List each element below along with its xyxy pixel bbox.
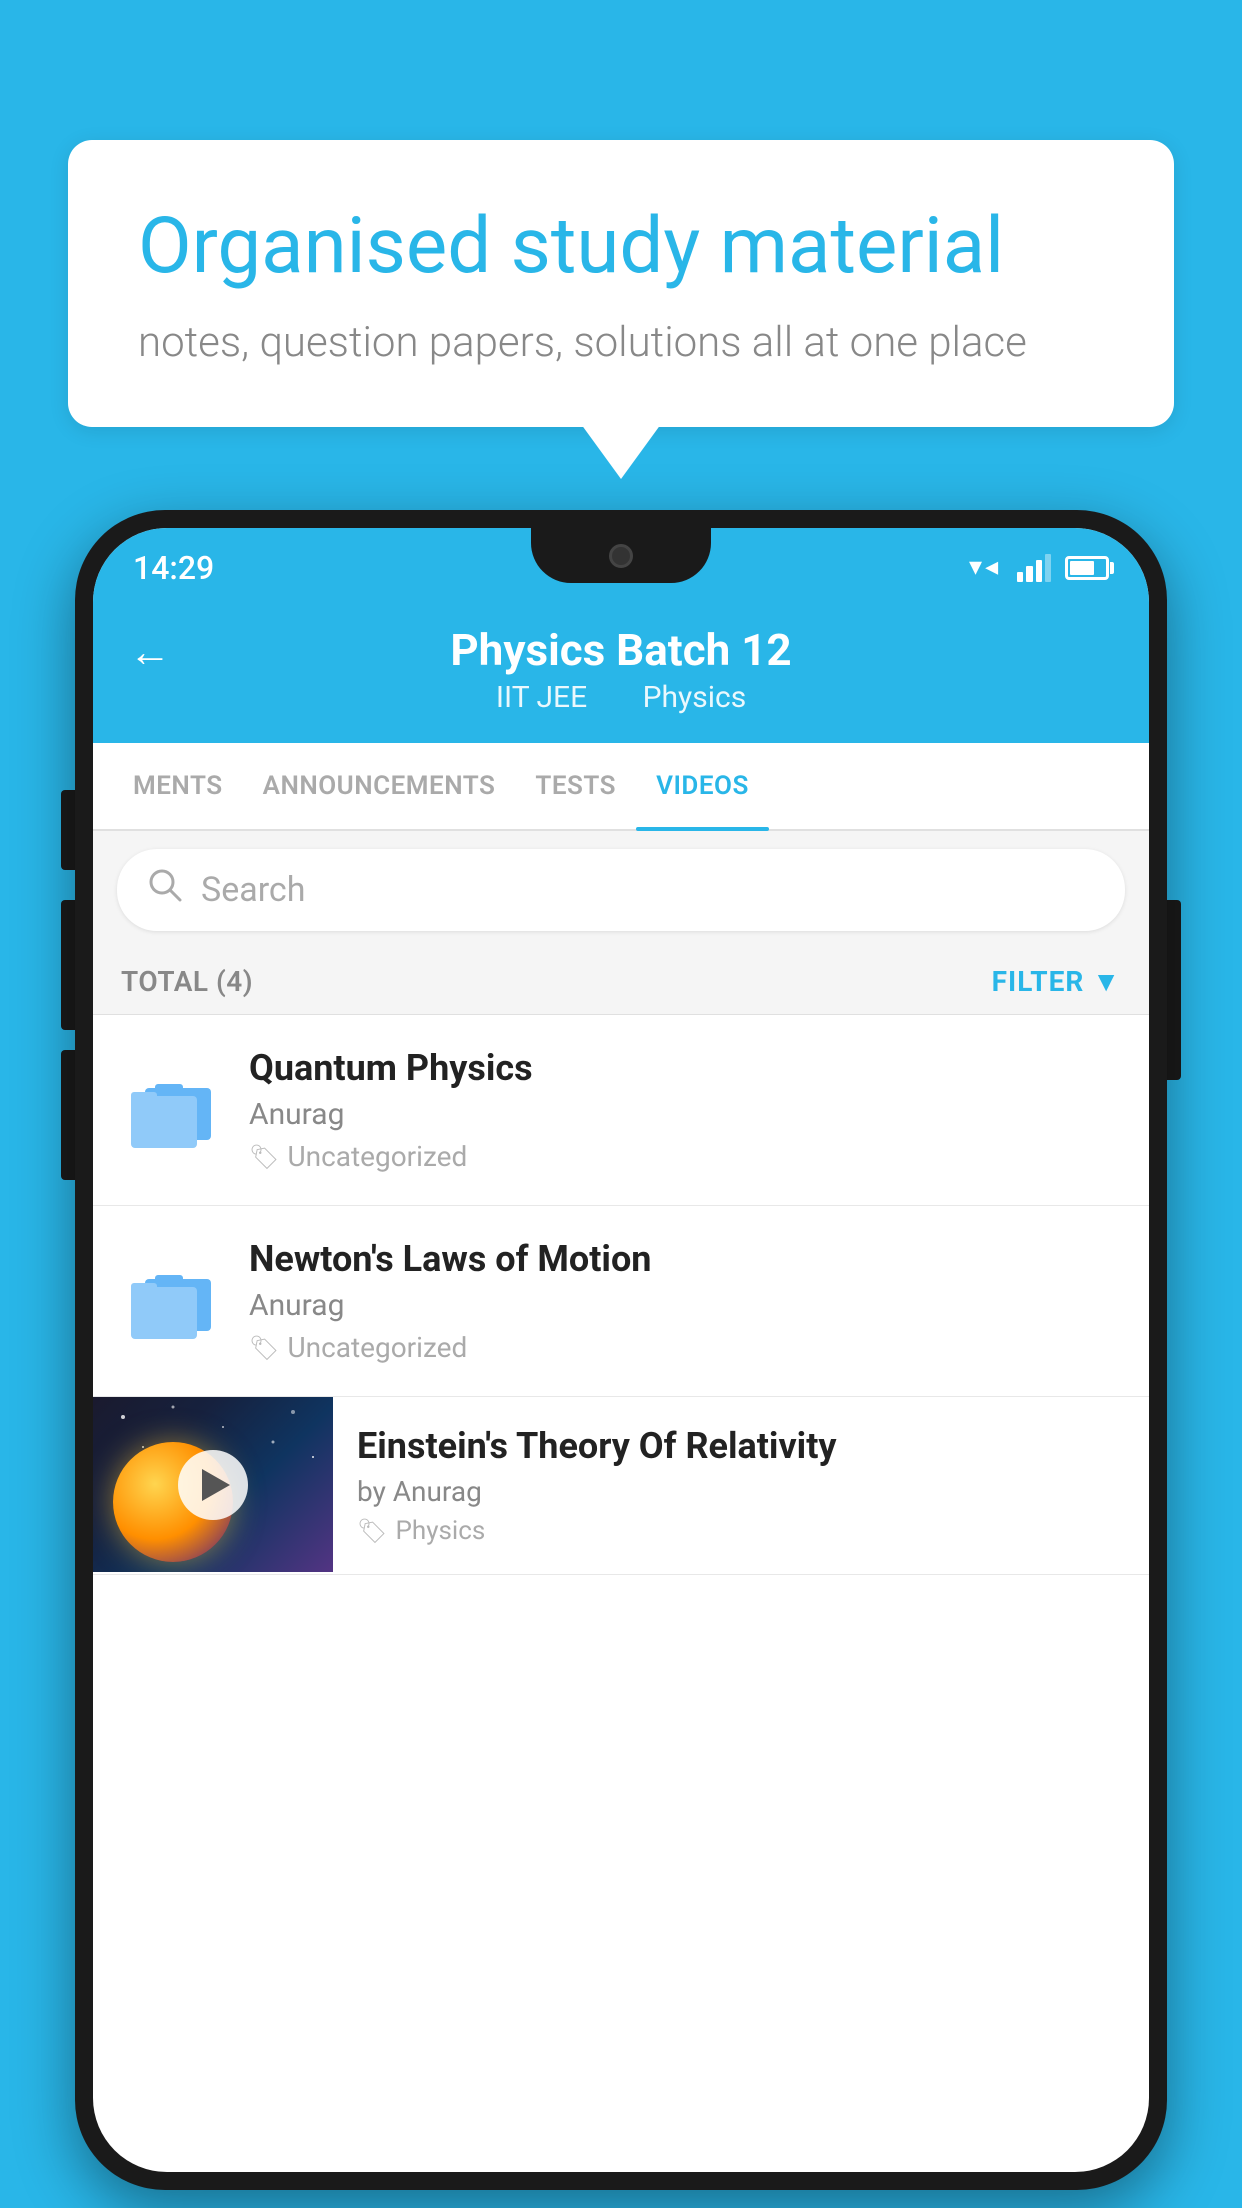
tag-text: Uncategorized <box>287 1331 467 1364</box>
app-header: ← Physics Batch 12 IIT JEE Physics <box>93 600 1149 743</box>
phone-body: 14:29 ▾ ◂ <box>75 510 1167 2190</box>
video-title: Einstein's Theory Of Relativity <box>357 1425 1125 1467</box>
folder-icon <box>131 1263 211 1339</box>
video-item-icon <box>121 1072 221 1148</box>
speech-bubble: Organised study material notes, question… <box>68 140 1174 427</box>
tag-icon: 🏷 <box>249 1143 279 1171</box>
phone-power-button <box>1167 900 1181 1080</box>
back-button[interactable]: ← <box>129 628 171 677</box>
video-title: Quantum Physics <box>249 1047 1121 1089</box>
filter-bar: TOTAL (4) FILTER ▼ <box>93 949 1149 1015</box>
video-tag: 🏷 Physics <box>357 1516 1125 1546</box>
battery-fill <box>1070 561 1094 575</box>
search-container: Search <box>93 831 1149 949</box>
total-count: TOTAL (4) <box>121 965 253 998</box>
video-title: Newton's Laws of Motion <box>249 1238 1121 1280</box>
video-tag: 🏷 Uncategorized <box>249 1331 1121 1364</box>
folder-body-front <box>131 1287 197 1339</box>
video-tag: 🏷 Uncategorized <box>249 1140 1121 1173</box>
phone-screen: 14:29 ▾ ◂ <box>93 528 1149 2172</box>
filter-icon: ▼ <box>1092 965 1121 998</box>
tag-text: Uncategorized <box>287 1140 467 1173</box>
status-icons: ▾ ◂ <box>969 554 1109 582</box>
tabs-bar: MENTS ANNOUNCEMENTS TESTS VIDEOS <box>93 743 1149 831</box>
play-button[interactable] <box>178 1450 248 1520</box>
search-icon <box>147 867 183 913</box>
battery-icon <box>1065 556 1109 580</box>
phone-side-button <box>61 790 75 870</box>
header-subtitle: IIT JEE Physics <box>484 680 758 715</box>
list-item[interactable]: Einstein's Theory Of Relativity by Anura… <box>93 1397 1149 1575</box>
video-item-info: Newton's Laws of Motion Anurag 🏷 Uncateg… <box>249 1238 1121 1364</box>
speech-bubble-title: Organised study material <box>138 200 1104 294</box>
signal-icon <box>1017 554 1051 582</box>
tag-text: Physics <box>395 1516 485 1546</box>
header-subtitle-iitjee: IIT JEE <box>496 680 587 715</box>
tag-icon: 🏷 <box>249 1334 279 1362</box>
header-title: Physics Batch 12 <box>450 624 791 676</box>
video-author: Anurag <box>249 1097 1121 1132</box>
status-time: 14:29 <box>133 549 214 587</box>
speech-bubble-subtitle: notes, question papers, solutions all at… <box>138 318 1104 367</box>
front-camera <box>609 544 633 568</box>
wifi-icon: ▾ ◂ <box>969 554 1003 582</box>
phone-volume-up <box>61 900 75 1030</box>
folder-icon <box>131 1072 211 1148</box>
filter-label: FILTER <box>992 965 1085 998</box>
phone-frame: 14:29 ▾ ◂ <box>75 510 1167 2190</box>
video-author: by Anurag <box>357 1475 1125 1508</box>
tab-videos[interactable]: VIDEOS <box>636 743 769 829</box>
phone-volume-down <box>61 1050 75 1180</box>
search-placeholder: Search <box>201 870 305 910</box>
tag-icon: 🏷 <box>357 1517 387 1545</box>
filter-button[interactable]: FILTER ▼ <box>992 965 1121 998</box>
list-item[interactable]: Newton's Laws of Motion Anurag 🏷 Uncateg… <box>93 1206 1149 1397</box>
play-triangle <box>202 1469 230 1501</box>
folder-body-front <box>131 1096 197 1148</box>
video-author: Anurag <box>249 1288 1121 1323</box>
video-item-info: Quantum Physics Anurag 🏷 Uncategorized <box>249 1047 1121 1173</box>
video-item-info: Einstein's Theory Of Relativity by Anura… <box>333 1397 1149 1574</box>
phone-notch <box>531 528 711 583</box>
header-subtitle-physics: Physics <box>643 680 747 715</box>
tab-announcements[interactable]: ANNOUNCEMENTS <box>243 743 516 829</box>
video-thumbnail <box>93 1397 333 1572</box>
list-item[interactable]: Quantum Physics Anurag 🏷 Uncategorized <box>93 1015 1149 1206</box>
video-item-icon <box>121 1263 221 1339</box>
video-list: Quantum Physics Anurag 🏷 Uncategorized <box>93 1015 1149 1575</box>
tab-tests[interactable]: TESTS <box>515 743 636 829</box>
search-box[interactable]: Search <box>117 849 1125 931</box>
tab-ments[interactable]: MENTS <box>113 743 243 829</box>
